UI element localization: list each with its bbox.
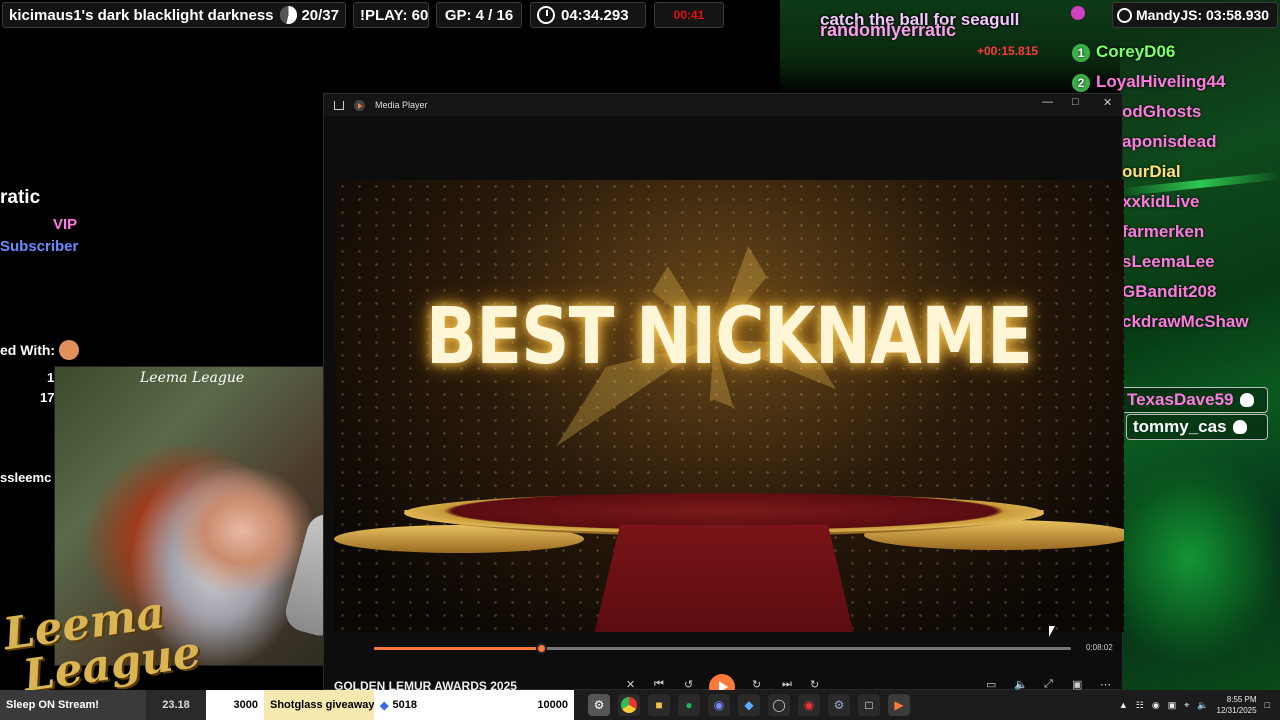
played-with-label: ed With:	[0, 342, 56, 358]
clock-icon	[537, 6, 555, 24]
recorder-icon[interactable]: ◉	[798, 694, 820, 716]
hud-mandy-label: MandyJS: 03:58.930	[1136, 7, 1270, 23]
goal-3000: 3000	[206, 690, 264, 720]
rank-badge: 1	[1072, 43, 1090, 62]
hud-timer: 04:34.293	[530, 2, 646, 28]
hud-timer-label: 04:34.293	[561, 6, 629, 24]
minimize-button[interactable]: —	[1042, 96, 1053, 108]
steam-icon[interactable]: ⚙	[828, 694, 850, 716]
hud-title: kicimaus1's dark blacklight darkness	[9, 6, 274, 24]
notepad-icon[interactable]: □	[858, 694, 880, 716]
leaderboard-item-9: GBandit208	[1122, 282, 1217, 301]
hud-gp: GP: 4 / 16	[436, 2, 522, 28]
network-icon[interactable]: ☷	[1136, 700, 1144, 711]
viewer-chip: TexasDave59	[1120, 387, 1268, 413]
sleep-value: 23.18	[146, 690, 206, 720]
gem-icon: ◆	[380, 699, 389, 712]
taskbar-clock[interactable]: 8:55 PM 12/31/2025	[1217, 694, 1257, 716]
leaderboard-item-10: ckdrawMcShaw	[1122, 312, 1249, 331]
leaderboard-item-8: sLeemaLee	[1122, 252, 1215, 271]
count-17: 17	[40, 390, 55, 405]
wifi-icon[interactable]: ⌖	[1184, 700, 1189, 711]
chevron-up-icon[interactable]: ▲	[1119, 700, 1128, 710]
notification-icon[interactable]: □	[1265, 700, 1270, 710]
media-player-logo-icon	[354, 99, 365, 111]
display-icon[interactable]: ▣	[1168, 700, 1177, 711]
overlay-user: randomlyerratic	[820, 20, 957, 40]
leaderboard-item-1: 1 CoreyD06	[1072, 42, 1175, 62]
folder-icon[interactable]: ■	[648, 694, 670, 716]
viewer-chip-name: tommy_cas	[1133, 417, 1227, 436]
shotglass-label: Shotglass giveaway	[264, 690, 375, 720]
system-tray: ▲ ☷ ◉ ▣ ⌖ 🔈 8:55 PM 12/31/2025 □	[1119, 690, 1280, 720]
hud-mandy: MandyJS: 03:58.930	[1112, 2, 1278, 28]
sleep-label: Sleep ON Stream!	[6, 699, 99, 711]
spotify-icon[interactable]: ●	[678, 694, 700, 716]
hud-red-timer: 00:41	[654, 2, 724, 28]
streamer-bot-icon[interactable]: ◆	[738, 694, 760, 716]
chat-name-fragment: ratic	[0, 187, 41, 208]
leaderboard-item-4: aponisdead	[1122, 132, 1217, 151]
home-icon[interactable]	[334, 100, 344, 110]
avatar	[59, 340, 79, 360]
video-frame[interactable]: BEST NICKNAME	[334, 180, 1124, 632]
skull-icon	[1239, 393, 1254, 407]
shotglass-count: ◆ 5018	[374, 690, 484, 720]
hud-progress: 20/37	[301, 6, 339, 24]
skull-icon	[1232, 420, 1247, 434]
media-player-taskbar-icon[interactable]: ▶	[888, 694, 910, 716]
seek-knob[interactable]	[536, 643, 548, 654]
seek-bar-fill	[374, 647, 542, 650]
speaker-icon[interactable]: 🔈	[1197, 700, 1208, 711]
leaderboard-item-2: 2 LoyalHiveling44	[1072, 72, 1225, 92]
leaderboard-name: LoyalHiveling44	[1096, 72, 1226, 91]
red-carpet	[594, 525, 854, 632]
sleep-segment: Sleep ON Stream!	[0, 690, 146, 720]
viewer-chip-name: TexasDave59	[1127, 390, 1234, 409]
hud-gp-label: GP: 4 / 16	[444, 6, 514, 24]
subscriber-badge: Subscriber	[0, 238, 79, 255]
hud-play: !PLAY: 60	[353, 2, 429, 28]
record-icon	[1071, 6, 1085, 20]
duration-label: 0:08:02	[1086, 643, 1113, 652]
clock-time: 8:55 PM	[1226, 695, 1257, 704]
overlay-delta: +00:15.815	[977, 44, 1039, 58]
chrome-icon[interactable]	[618, 694, 640, 716]
shotglass-count-value: 5018	[392, 699, 417, 711]
viewer-chip: tommy_cas	[1126, 414, 1268, 440]
hud-title-bar: kicimaus1's dark blacklight darkness 20/…	[2, 2, 346, 28]
leaderboard-item-6: xxkidLive	[1122, 192, 1200, 211]
clock-date: 12/31/2025	[1216, 706, 1257, 715]
media-player-titlebar: Media Player	[324, 94, 1122, 116]
app-icon-tool[interactable]: ⚙	[588, 694, 610, 716]
pie-progress-icon	[279, 6, 298, 24]
maximize-button[interactable]: □	[1072, 96, 1079, 108]
mic-icon[interactable]: ◉	[1152, 700, 1160, 711]
goal-10000: 10000	[484, 690, 574, 720]
hud-play-label: !PLAY: 60	[360, 6, 429, 24]
mouse-cursor	[1049, 626, 1055, 637]
vip-badge: VIP	[53, 216, 78, 233]
taskbar: Sleep ON Stream! 23.18 3000 Shotglass gi…	[0, 690, 1280, 720]
media-player-title: Media Player	[375, 100, 428, 110]
obs-icon[interactable]: ◯	[768, 694, 790, 716]
media-player-window: Media Player — □ ✕ BEST NICKNAME 0:08:02…	[323, 93, 1124, 700]
webcam-sign: Leema League	[140, 370, 245, 386]
close-button[interactable]: ✕	[1103, 96, 1112, 109]
leaderboard-name: CoreyD06	[1096, 42, 1176, 61]
leaderboard-item-7: farmerken	[1122, 222, 1205, 241]
globe-icon	[1117, 7, 1132, 23]
leema-league-logo: Leema League	[0, 587, 204, 702]
leaderboard-item-3: odGhosts	[1122, 102, 1202, 121]
hud-red-timer-label: 00:41	[673, 8, 705, 22]
discord-icon[interactable]: ◉	[708, 694, 730, 716]
leaderboard-item-5: ourDial	[1122, 162, 1181, 181]
chat-name-fragment-2: ssleemc	[0, 470, 52, 485]
seek-bar[interactable]	[374, 643, 1071, 654]
rank-badge: 2	[1072, 73, 1090, 92]
video-title-text: BEST NICKNAME	[425, 292, 1033, 382]
